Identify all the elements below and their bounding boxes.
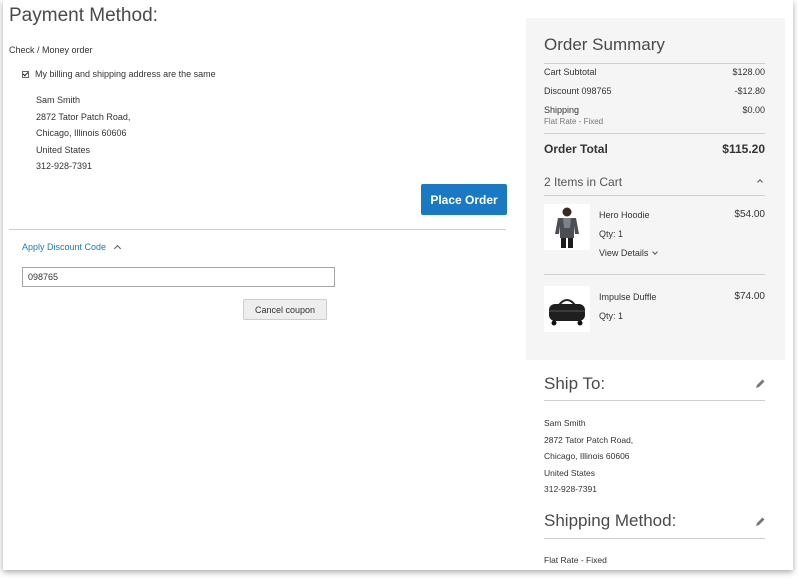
shipping-method-value: Flat Rate - Fixed	[544, 555, 607, 565]
billing-phone: 312-928-7391	[36, 161, 93, 172]
payment-method-title: Payment Method:	[9, 5, 158, 26]
order-total-label: Order Total	[544, 142, 608, 156]
checkout-frame: Payment Method: Check / Money order My b…	[3, 0, 793, 570]
order-total-value: $115.20	[722, 142, 765, 156]
item-qty: Qty: 1	[599, 229, 624, 239]
payment-option-label[interactable]: Check / Money order	[9, 45, 93, 55]
place-order-button[interactable]: Place Order	[421, 184, 507, 215]
ship-to-phone: 312-928-7391	[544, 484, 597, 495]
subtotal-row: Cart Subtotal $128.00	[544, 67, 765, 77]
items-in-cart-label: 2 Items in Cart	[544, 175, 623, 189]
item-price: $54.00	[734, 209, 765, 220]
item-name: Hero Hoodie	[599, 210, 650, 220]
divider	[9, 229, 506, 230]
ship-to-city: Chicago, Illinois 60606	[544, 451, 630, 462]
product-thumbnail-hero-hoodie[interactable]	[544, 204, 590, 250]
same-address-checkbox[interactable]	[22, 70, 29, 78]
shipping-row: Shipping Flat Rate - Fixed $0.00	[544, 105, 765, 126]
divider	[544, 133, 765, 134]
apply-discount-label: Apply Discount Code	[22, 242, 107, 252]
same-address-checkbox-row[interactable]: My billing and shipping address are the …	[22, 69, 216, 79]
chevron-up-icon	[757, 179, 763, 185]
order-summary-title: Order Summary	[544, 35, 665, 54]
ship-to-country: United States	[544, 467, 596, 478]
discount-row: Discount 098765 -$12.80	[544, 86, 765, 96]
billing-address: Sam Smith 2872 Tator Patch Road, Chicago…	[36, 92, 130, 175]
billing-country: United States	[36, 144, 91, 155]
divider	[544, 274, 765, 275]
chevron-up-icon	[114, 244, 122, 253]
pencil-icon[interactable]	[754, 378, 766, 390]
subtotal-value: $128.00	[732, 67, 765, 77]
chevron-down-icon	[652, 249, 659, 255]
view-details-toggle[interactable]: View Details	[599, 248, 659, 258]
order-summary: Order Summary Cart Subtotal $128.00 Disc…	[526, 18, 785, 360]
divider	[544, 400, 765, 401]
apply-discount-toggle[interactable]: Apply Discount Code	[22, 242, 122, 253]
billing-city: Chicago, Illinois 60606	[36, 128, 127, 139]
subtotal-label: Cart Subtotal	[544, 67, 597, 77]
billing-name: Sam Smith	[36, 95, 81, 105]
product-thumbnail-impulse-duffle[interactable]	[544, 286, 590, 332]
discount-value: -$12.80	[734, 86, 765, 96]
item-price: $74.00	[734, 291, 765, 302]
billing-street: 2872 Tator Patch Road,	[36, 111, 131, 122]
shipping-method-sub: Flat Rate - Fixed	[544, 117, 604, 126]
discount-code-input[interactable]	[22, 267, 335, 287]
ship-to-street: 2872 Tator Patch Road,	[544, 434, 634, 445]
view-details-label: View Details	[599, 248, 649, 258]
shipping-value: $0.00	[742, 105, 765, 115]
order-total-row: Order Total $115.20	[544, 142, 765, 156]
divider	[544, 195, 765, 196]
duffle-image	[544, 286, 590, 332]
item-name: Impulse Duffle	[599, 292, 657, 302]
shipping-method-title: Shipping Method:	[544, 511, 677, 530]
shipping-label: Shipping	[544, 105, 580, 115]
discount-label: Discount 098765	[544, 86, 612, 96]
item-qty: Qty: 1	[599, 311, 624, 321]
pencil-icon[interactable]	[754, 516, 766, 528]
items-in-cart-toggle[interactable]: 2 Items in Cart	[544, 175, 765, 189]
ship-to-name: Sam Smith	[544, 418, 586, 428]
divider	[544, 63, 765, 64]
ship-to-title: Ship To:	[544, 374, 606, 393]
ship-to-address: Sam Smith 2872 Tator Patch Road, Chicago…	[544, 415, 633, 498]
divider	[544, 538, 765, 539]
cancel-coupon-button[interactable]: Cancel coupon	[243, 299, 327, 320]
hoodie-image	[544, 204, 590, 250]
same-address-label: My billing and shipping address are the …	[35, 69, 216, 79]
